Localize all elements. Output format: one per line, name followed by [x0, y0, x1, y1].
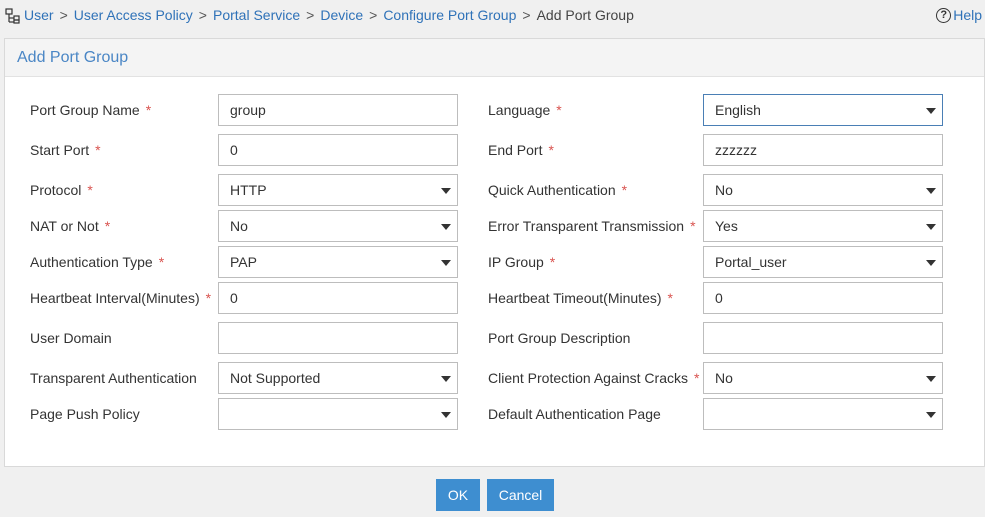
required-mark: * — [87, 182, 93, 198]
heartbeat-interval-label: Heartbeat Interval(Minutes) * — [30, 290, 212, 306]
help-label: Help — [953, 7, 982, 23]
ok-button[interactable]: OK — [436, 479, 480, 511]
chevron-down-icon — [926, 108, 936, 114]
breadcrumb-link-user-access-policy[interactable]: User Access Policy — [74, 7, 193, 23]
heartbeat-timeout-label: Heartbeat Timeout(Minutes) * — [488, 290, 673, 306]
required-mark: * — [621, 182, 628, 198]
heartbeat-timeout-input[interactable]: 0 — [703, 282, 943, 314]
chevron-down-icon — [441, 188, 451, 194]
port-group-name-input[interactable]: group — [218, 94, 458, 126]
user-tree-icon — [5, 8, 20, 24]
chevron-down-icon — [441, 412, 451, 418]
required-mark: * — [693, 370, 700, 386]
breadcrumb-current: Add Port Group — [536, 7, 634, 23]
ip-group-value: Portal_user — [715, 254, 787, 270]
nat-value: No — [230, 218, 248, 234]
required-mark: * — [548, 142, 554, 158]
cancel-button[interactable]: Cancel — [487, 479, 554, 511]
client-protection-value: No — [715, 370, 733, 386]
breadcrumb-separator: > — [306, 7, 315, 23]
client-protection-label: Client Protection Against Cracks * — [488, 370, 700, 386]
nat-label: NAT or Not * — [30, 218, 111, 234]
breadcrumb-bar: User > User Access Policy > Portal Service > D… — [0, 0, 985, 32]
end-port-input[interactable]: zzzzzz — [703, 134, 943, 166]
port-group-desc-input[interactable] — [703, 322, 943, 354]
chevron-down-icon — [926, 412, 936, 418]
transparent-auth-value: Not Supported — [230, 370, 321, 386]
chevron-down-icon — [926, 260, 936, 266]
start-port-label: Start Port * — [30, 142, 101, 158]
panel-title: Add Port Group — [5, 39, 984, 77]
required-mark: * — [104, 218, 111, 234]
chevron-down-icon — [441, 224, 451, 230]
breadcrumb-separator: > — [522, 7, 531, 23]
required-mark: * — [205, 290, 212, 306]
required-mark: * — [549, 254, 556, 270]
auth-type-label: Authentication Type * — [30, 254, 165, 270]
transparent-auth-select[interactable]: Not Supported — [218, 362, 458, 394]
ip-group-select[interactable]: Portal_user — [703, 246, 943, 278]
required-mark: * — [556, 102, 562, 118]
required-mark: * — [690, 218, 696, 234]
breadcrumb-link-portal-service[interactable]: Portal Service — [213, 7, 300, 23]
required-mark: * — [145, 102, 152, 118]
breadcrumb-link-configure-port-group[interactable]: Configure Port Group — [383, 7, 516, 23]
chevron-down-icon — [926, 376, 936, 382]
required-mark: * — [158, 254, 165, 270]
heartbeat-interval-input[interactable]: 0 — [218, 282, 458, 314]
client-protection-select[interactable]: No — [703, 362, 943, 394]
quick-auth-select[interactable]: No — [703, 174, 943, 206]
chevron-down-icon — [926, 224, 936, 230]
breadcrumb-link-device[interactable]: Device — [320, 7, 363, 23]
error-transparent-select[interactable]: Yes — [703, 210, 943, 242]
user-domain-input[interactable] — [218, 322, 458, 354]
breadcrumb-separator: > — [198, 7, 207, 23]
quick-auth-value: No — [715, 182, 733, 198]
language-label: Language * — [488, 102, 562, 118]
auth-type-value: PAP — [230, 254, 257, 270]
transparent-auth-label: Transparent Authentication — [30, 370, 197, 386]
error-transparent-label: Error Transparent Transmission * — [488, 218, 696, 234]
page-push-select[interactable] — [218, 398, 458, 430]
help-icon: ? — [936, 7, 952, 23]
ip-group-label: IP Group * — [488, 254, 556, 270]
port-group-desc-label: Port Group Description — [488, 330, 631, 346]
breadcrumb-separator: > — [59, 7, 68, 23]
end-port-label: End Port * — [488, 142, 554, 158]
required-mark: * — [95, 142, 101, 158]
language-value: English — [715, 102, 761, 118]
protocol-select[interactable]: HTTP — [218, 174, 458, 206]
language-select[interactable]: English — [703, 94, 943, 126]
help-link[interactable]: ? Help — [936, 7, 982, 23]
start-port-input[interactable]: 0 — [218, 134, 458, 166]
default-auth-page-select[interactable] — [703, 398, 943, 430]
auth-type-select[interactable]: PAP — [218, 246, 458, 278]
breadcrumb-link-user[interactable]: User — [24, 7, 54, 23]
chevron-down-icon — [441, 376, 451, 382]
protocol-label: Protocol * — [30, 182, 93, 198]
nat-select[interactable]: No — [218, 210, 458, 242]
breadcrumb-separator: > — [369, 7, 378, 23]
port-group-name-label: Port Group Name * — [30, 102, 152, 118]
user-domain-label: User Domain — [30, 330, 112, 346]
chevron-down-icon — [926, 188, 936, 194]
quick-auth-label: Quick Authentication * — [488, 182, 628, 198]
required-mark: * — [667, 290, 673, 306]
page-push-label: Page Push Policy — [30, 406, 140, 422]
breadcrumb: User > User Access Policy > Portal Service > D… — [24, 7, 634, 23]
chevron-down-icon — [441, 260, 451, 266]
default-auth-page-label: Default Authentication Page — [488, 406, 661, 422]
error-transparent-value: Yes — [715, 218, 738, 234]
protocol-value: HTTP — [230, 182, 267, 198]
